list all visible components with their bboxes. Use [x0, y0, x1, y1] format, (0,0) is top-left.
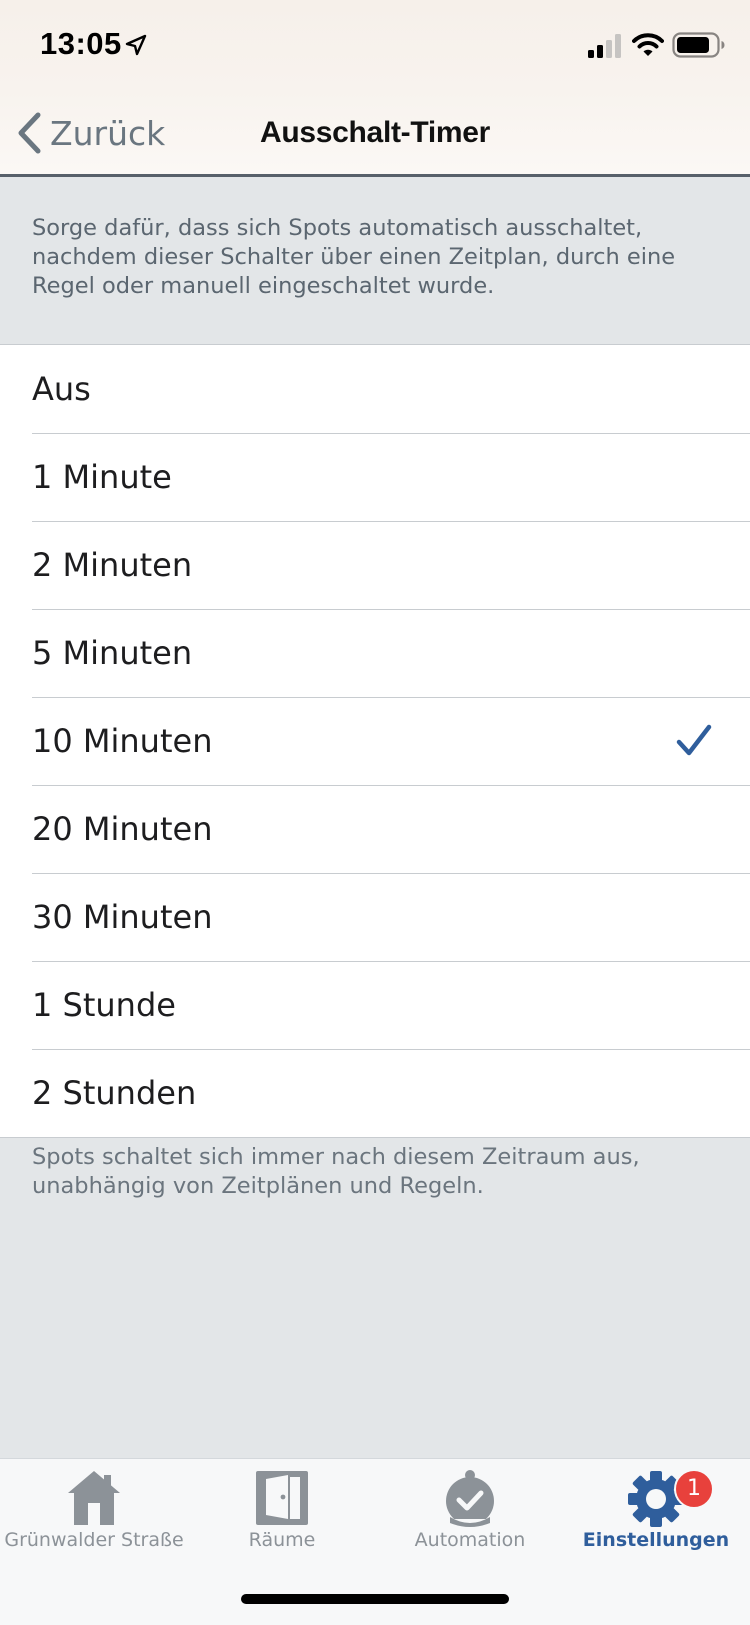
timer-option-label: 5 Minuten: [32, 634, 193, 672]
status-time: 13:05: [40, 26, 122, 61]
timer-options-list: Aus 1 Minute 2 Minuten 5 Minuten 10 Minuten 2…: [0, 344, 750, 1138]
battery-icon: [672, 32, 725, 58]
timer-option-label: Aus: [32, 370, 91, 408]
timer-option-row[interactable]: 2 Minuten: [0, 521, 750, 609]
tab-rooms[interactable]: Räume: [188, 1459, 376, 1579]
timer-option-row[interactable]: 10 Minuten: [0, 697, 750, 785]
navigation-bar: Zurück Ausschalt-Timer: [0, 90, 750, 177]
timer-option-label: 1 Minute: [32, 458, 172, 496]
door-icon: [256, 1471, 308, 1525]
notification-badge: 1: [674, 1469, 714, 1509]
tab-label-settings: Einstellungen: [582, 1529, 730, 1551]
timer-option-row[interactable]: 2 Stunden: [0, 1049, 750, 1137]
timer-option-label: 10 Minuten: [32, 722, 213, 760]
tab-settings[interactable]: 1 Einstellungen: [562, 1459, 750, 1579]
section-footer-note: Spots schaltet sich immer nach diesem Ze…: [32, 1144, 640, 1199]
checkmark-icon: [676, 724, 712, 756]
house-icon: [68, 1471, 120, 1525]
timer-option-row[interactable]: Aus: [0, 345, 750, 433]
location-arrow-icon: [125, 34, 147, 56]
timer-option-label: 30 Minuten: [32, 898, 213, 936]
timer-option-row[interactable]: 30 Minuten: [0, 873, 750, 961]
timer-option-row[interactable]: 5 Minuten: [0, 609, 750, 697]
tab-label-home: Grünwalder Straße: [4, 1529, 184, 1551]
wifi-icon: [632, 33, 664, 56]
tab-label-rooms: Räume: [248, 1529, 316, 1551]
timer-option-row[interactable]: 20 Minuten: [0, 785, 750, 873]
timer-option-row[interactable]: 1 Minute: [0, 433, 750, 521]
tab-automation[interactable]: Automation: [376, 1459, 564, 1579]
tab-label-automation: Automation: [414, 1529, 526, 1551]
alarm-clock-icon: [446, 1470, 494, 1527]
status-bar: 13:05: [0, 0, 750, 90]
tab-home[interactable]: Grünwalder Straße: [0, 1459, 188, 1579]
timer-option-row[interactable]: 1 Stunde: [0, 961, 750, 1049]
home-indicator: [241, 1594, 509, 1604]
cellular-signal-icon: [588, 34, 621, 58]
timer-option-label: 2 Stunden: [32, 1074, 197, 1112]
timer-option-label: 20 Minuten: [32, 810, 213, 848]
timer-option-label: 2 Minuten: [32, 546, 193, 584]
section-header-description: Sorge dafür, dass sich Spots automatisch…: [32, 215, 676, 299]
timer-option-label: 1 Stunde: [32, 986, 176, 1024]
page-title: Ausschalt-Timer: [259, 116, 491, 149]
